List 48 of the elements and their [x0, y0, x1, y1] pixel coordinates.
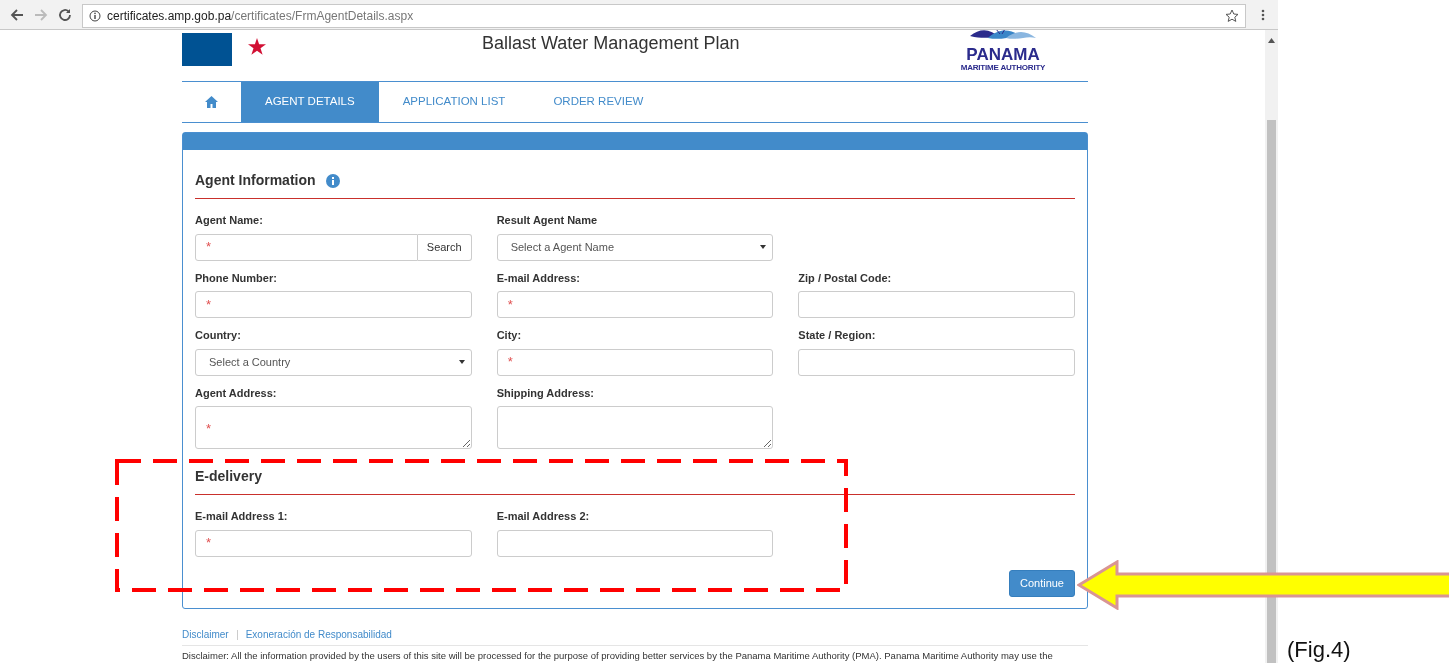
text-field[interactable] [798, 291, 1075, 318]
text-field[interactable]: * [496, 291, 774, 318]
page-title: Ballast Water Management Plan [482, 32, 740, 55]
dropdown[interactable]: Select a Country [195, 348, 472, 376]
field-label: Agent Name: [195, 213, 264, 228]
text-field[interactable]: * [195, 529, 472, 557]
footer-link[interactable]: Disclaimer [182, 627, 229, 642]
url-text: certificates.amp.gob.pa/certificates/FrmAgentDetails.aspx [107, 7, 415, 25]
nav-tab[interactable]: AGENT DETAILS [241, 82, 379, 122]
caret-icon [458, 360, 465, 364]
field-label: Country: [195, 328, 242, 343]
field-label: Zip / Postal Code: [798, 270, 893, 286]
continue-button[interactable]: Continue [1008, 569, 1075, 597]
back-icon[interactable] [10, 7, 24, 22]
text-area[interactable]: * [195, 406, 472, 449]
field-label: E-mail Address: [496, 270, 581, 286]
footer-link[interactable]: Exoneración de Responsabilidad [245, 627, 392, 642]
section-heading: Agent Information [195, 171, 316, 190]
bookmark-star-icon[interactable] [1225, 8, 1239, 23]
field-label: E-mail Address 1: [195, 509, 289, 524]
field-label: Phone Number: [195, 270, 278, 286]
text-field[interactable] [798, 348, 1075, 376]
field-label: State / Region: [798, 328, 877, 343]
figure-caption: (Fig.4) [1287, 636, 1351, 663]
field-label: E-mail Address 2: [496, 509, 591, 524]
logo: PANAMA MARITIME AUTHORITY [954, 30, 1052, 80]
caret-icon [760, 245, 767, 249]
flag-block [182, 33, 232, 66]
section-heading: E-delivery [195, 467, 262, 486]
disclaimer-text: Disclaimer: All the information provided by the users of this site will be processed for the purpose of providing better services by the Panama Maritime Authority (PMA). Panama Maritime Authority may use the [182, 649, 1054, 663]
scroll-up-icon[interactable] [1268, 38, 1275, 43]
text-field[interactable]: * [496, 348, 774, 376]
search-button[interactable]: Search [417, 233, 472, 261]
search-field[interactable]: * [195, 233, 418, 261]
field-label: Agent Address: [195, 385, 278, 401]
field-label: City: [496, 328, 523, 343]
star-icon [248, 38, 266, 56]
dropdown[interactable]: Select a Agent Name [496, 233, 774, 261]
field-label: Result Agent Name [496, 213, 599, 228]
home-icon [205, 96, 218, 108]
reload-icon[interactable] [58, 7, 72, 22]
scrollbar[interactable] [1265, 30, 1278, 663]
info-icon [89, 9, 101, 22]
text-field[interactable]: * [195, 291, 472, 318]
field-label: Shipping Address: [496, 385, 596, 401]
info-icon[interactable] [325, 173, 340, 188]
text-field[interactable] [496, 529, 774, 557]
address-bar[interactable]: certificates.amp.gob.pa/certificates/FrmAgentDetails.aspx [82, 3, 1246, 28]
